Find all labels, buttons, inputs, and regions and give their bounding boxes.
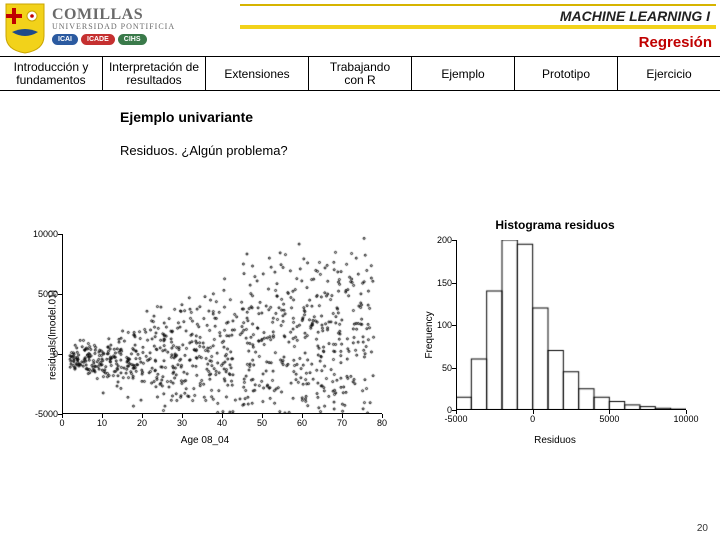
scatter-xlabel: Age 08_04 bbox=[181, 435, 229, 446]
histogram-plot-area: -50000500010000050100150200 bbox=[456, 240, 686, 410]
y-tick: -5000 bbox=[35, 409, 58, 419]
university-name: COMILLAS UNIVERSIDAD PONTIFICIA ICAI ICA… bbox=[52, 2, 175, 45]
y-axis-line bbox=[62, 234, 63, 414]
tab-trabajando-r[interactable]: Trabajando con R bbox=[309, 57, 412, 91]
x-tick: 0 bbox=[59, 418, 64, 428]
y-tick: 0 bbox=[447, 405, 452, 415]
y-tick: 200 bbox=[437, 235, 452, 245]
scatter-canvas bbox=[62, 234, 382, 414]
histogram-title: Histograma residuos bbox=[495, 218, 614, 232]
tab-label: Trabajando bbox=[330, 61, 390, 74]
title-underline bbox=[240, 25, 716, 29]
y-tick: 5000 bbox=[38, 289, 58, 299]
tab-label: Prototipo bbox=[542, 67, 590, 81]
tab-extensiones[interactable]: Extensiones bbox=[206, 57, 309, 91]
x-axis-line bbox=[456, 409, 686, 410]
tab-label: Interpretación de bbox=[109, 61, 199, 74]
content-body: Residuos. ¿Algún problema? bbox=[120, 143, 720, 158]
y-tick: 10000 bbox=[33, 229, 58, 239]
slide-header: COMILLAS UNIVERSIDAD PONTIFICIA ICAI ICA… bbox=[0, 0, 720, 56]
x-tick: 10 bbox=[97, 418, 107, 428]
x-tick: 50 bbox=[257, 418, 267, 428]
histogram-ylabel: Frequency bbox=[424, 311, 435, 358]
crest-icon bbox=[4, 2, 46, 54]
histogram-xlabel: Residuos bbox=[534, 435, 576, 446]
charts-row: residuals(lmodel.01) 01020304050607080-5… bbox=[0, 220, 720, 450]
tab-label: Introducción y bbox=[14, 61, 89, 74]
tab-ejemplo[interactable]: Ejemplo bbox=[412, 57, 515, 91]
content-heading: Ejemplo univariante bbox=[120, 109, 720, 125]
university-name-sub: UNIVERSIDAD PONTIFICIA bbox=[52, 22, 175, 31]
x-tick: -5000 bbox=[444, 414, 467, 424]
histogram-canvas bbox=[456, 240, 686, 410]
tab-interpretacion[interactable]: Interpretación de resultados bbox=[103, 57, 206, 91]
x-tick: 5000 bbox=[599, 414, 619, 424]
tab-ejercicio[interactable]: Ejercicio bbox=[618, 57, 720, 91]
y-tick: 0 bbox=[53, 349, 58, 359]
x-tick: 40 bbox=[217, 418, 227, 428]
slide-content: Ejemplo univariante Residuos. ¿Algún pro… bbox=[0, 91, 720, 158]
section-title: Regresión bbox=[639, 34, 712, 51]
tab-label: Ejercicio bbox=[646, 67, 691, 81]
pill-icai: ICAI bbox=[52, 34, 78, 45]
scatter-plot-area: 01020304050607080-50000500010000 bbox=[62, 234, 382, 414]
tab-prototipo[interactable]: Prototipo bbox=[515, 57, 618, 91]
page-number: 20 bbox=[697, 523, 708, 534]
tab-bar: Introducción y fundamentos Interpretació… bbox=[0, 56, 720, 91]
scatter-chart: residuals(lmodel.01) 01020304050607080-5… bbox=[10, 220, 400, 450]
title-band: MACHINE LEARNING I bbox=[240, 4, 716, 29]
x-tick: 0 bbox=[530, 414, 535, 424]
tab-intro[interactable]: Introducción y fundamentos bbox=[0, 57, 103, 91]
scatter-ylabel: residuals(lmodel.01) bbox=[48, 290, 59, 380]
x-tick: 30 bbox=[177, 418, 187, 428]
tab-label: Ejemplo bbox=[441, 67, 484, 81]
y-tick: 100 bbox=[437, 320, 452, 330]
course-title: MACHINE LEARNING I bbox=[240, 6, 716, 24]
x-tick: 80 bbox=[377, 418, 387, 428]
tab-label: con R bbox=[344, 74, 375, 87]
tab-label: fundamentos bbox=[16, 74, 85, 87]
school-pills: ICAI ICADE CIHS bbox=[52, 34, 175, 45]
x-tick: 20 bbox=[137, 418, 147, 428]
y-tick: 150 bbox=[437, 278, 452, 288]
x-tick: 70 bbox=[337, 418, 347, 428]
university-logo-block: COMILLAS UNIVERSIDAD PONTIFICIA ICAI ICA… bbox=[0, 0, 175, 54]
x-tick: 10000 bbox=[673, 414, 698, 424]
pill-icade: ICADE bbox=[81, 34, 115, 45]
y-axis-line bbox=[456, 240, 457, 410]
y-tick: 50 bbox=[442, 363, 452, 373]
tab-label: resultados bbox=[126, 74, 181, 87]
x-tick: 60 bbox=[297, 418, 307, 428]
histogram-chart: Histograma residuos Frequency -500005000… bbox=[410, 220, 700, 450]
tab-label: Extensiones bbox=[224, 67, 289, 81]
pill-cihs: CIHS bbox=[118, 34, 147, 45]
